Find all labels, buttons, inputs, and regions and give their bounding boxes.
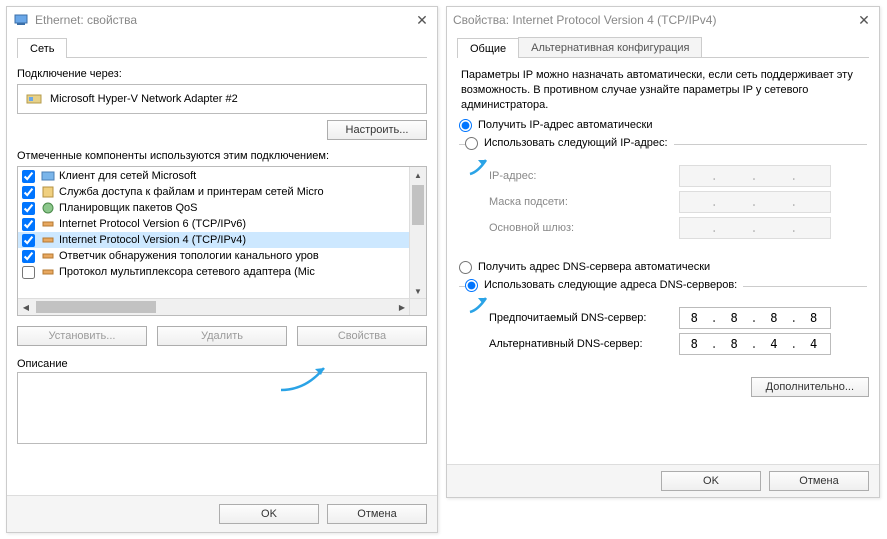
component-checkbox[interactable] [22,202,35,215]
advanced-button[interactable]: Дополнительно... [751,377,869,397]
scroll-right-icon[interactable]: ▶ [394,299,410,315]
properties-button[interactable]: Свойства [297,326,427,346]
component-label: Служба доступа к файлам и принтерам сете… [59,186,324,198]
component-label: Планировщик пакетов QoS [59,202,198,214]
scrollbar-horizontal[interactable]: ◀ ▶ [18,298,410,315]
component-item[interactable]: Internet Protocol Version 4 (TCP/IPv4) [18,232,426,248]
dns-manual-group: Использовать следующие адреса DNS-сервер… [459,286,867,363]
tab-alt-config[interactable]: Альтернативная конфигурация [518,37,702,57]
radio-dns-manual-input[interactable] [465,279,478,292]
dns-preferred-label: Предпочитаемый DNS-сервер: [489,312,679,324]
cancel-button[interactable]: Отмена [327,504,427,524]
scroll-down-icon[interactable]: ▼ [410,283,426,299]
components-label: Отмеченные компоненты используются этим … [17,150,427,162]
components-listbox[interactable]: Клиент для сетей Microsoft Служба доступа… [17,166,427,316]
adapter-name: Microsoft Hyper-V Network Adapter #2 [50,93,238,105]
scroll-corner [409,298,426,315]
adapter-icon [26,91,42,107]
titlebar: Ethernet: свойства ✕ [7,7,437,33]
radio-dns-auto[interactable]: Получить адрес DNS-сервера автоматически [459,261,867,274]
component-label: Ответчик обнаружения топологии канальног… [59,250,319,262]
component-label: Протокол мультиплексора сетевого адаптер… [59,266,315,278]
tabstrip: Сеть [17,37,427,58]
radio-dns-auto-input[interactable] [459,261,472,274]
ethernet-icon [13,12,29,28]
radio-dns-manual-label: Использовать следующие адреса DNS-сервер… [484,279,737,291]
ethernet-properties-dialog: Ethernet: свойства ✕ Сеть Подключение че… [6,6,438,533]
close-button[interactable]: ✕ [855,12,873,29]
close-button[interactable]: ✕ [413,12,431,29]
component-item[interactable]: Internet Protocol Version 6 (TCP/IPv6) [18,216,426,232]
radio-ip-manual-label: Использовать следующий IP-адрес: [484,137,668,149]
uninstall-button[interactable]: Удалить [157,326,287,346]
component-item[interactable]: Ответчик обнаружения топологии канальног… [18,248,426,264]
radio-ip-manual-input[interactable] [465,137,478,150]
configure-button[interactable]: Настроить... [327,120,427,140]
radio-dns-auto-label: Получить адрес DNS-сервера автоматически [478,261,710,273]
component-label: Internet Protocol Version 4 (TCP/IPv4) [59,234,246,246]
scrollbar-thumb[interactable] [412,185,424,225]
component-item[interactable]: Служба доступа к файлам и принтерам сете… [18,184,426,200]
tabstrip: Общие Альтернативная конфигурация [457,37,869,58]
install-button[interactable]: Установить... [17,326,147,346]
component-checkbox[interactable] [22,186,35,199]
component-checkbox[interactable] [22,218,35,231]
component-label: Internet Protocol Version 6 (TCP/IPv6) [59,218,246,230]
component-item[interactable]: Планировщик пакетов QoS [18,200,426,216]
ip-address-label: IP-адрес: [489,170,679,182]
description-label: Описание [17,358,427,370]
radio-dns-manual[interactable]: Использовать следующие адреса DNS-сервер… [465,279,743,292]
dns-alternate-input[interactable]: 8.8.4.4 [679,333,831,355]
component-item[interactable]: Протокол мультиплексора сетевого адаптер… [18,264,426,280]
subnet-mask-input: ... [679,191,831,213]
description-box [17,372,427,444]
dns-preferred-input[interactable]: 8.8.8.8 [679,307,831,329]
scrollbar-thumb-h[interactable] [36,301,156,313]
component-label: Клиент для сетей Microsoft [59,170,196,182]
radio-ip-auto-label: Получить IP-адрес автоматически [478,119,652,131]
subnet-mask-label: Маска подсети: [489,196,679,208]
gateway-label: Основной шлюз: [489,222,679,234]
radio-ip-auto-input[interactable] [459,119,472,132]
ip-address-input: ... [679,165,831,187]
dialog-title: Ethernet: свойства [35,13,407,27]
scroll-up-icon[interactable]: ▲ [410,167,426,183]
cancel-button[interactable]: Отмена [769,471,869,491]
ipv4-properties-dialog: Свойства: Internet Protocol Version 4 (T… [446,6,880,498]
radio-ip-auto[interactable]: Получить IP-адрес автоматически [459,119,867,132]
ip-manual-group: Использовать следующий IP-адрес: IP-адре… [459,144,867,247]
scrollbar-vertical[interactable]: ▲ ▼ [409,167,426,299]
dialog-title: Свойства: Internet Protocol Version 4 (T… [453,13,849,27]
component-checkbox[interactable] [22,266,35,279]
component-checkbox[interactable] [22,170,35,183]
help-text: Параметры IP можно назначать автоматичес… [461,68,865,113]
dns-alternate-label: Альтернативный DNS-сервер: [489,338,679,350]
component-checkbox[interactable] [22,250,35,263]
component-item[interactable]: Клиент для сетей Microsoft [18,168,426,184]
tab-general[interactable]: Общие [457,38,519,58]
tab-network[interactable]: Сеть [17,38,67,58]
titlebar: Свойства: Internet Protocol Version 4 (T… [447,7,879,33]
adapter-field[interactable]: Microsoft Hyper-V Network Adapter #2 [17,84,427,114]
ok-button[interactable]: OK [219,504,319,524]
ok-button[interactable]: OK [661,471,761,491]
component-checkbox[interactable] [22,234,35,247]
connection-via-label: Подключение через: [17,68,427,80]
scroll-left-icon[interactable]: ◀ [18,299,34,315]
gateway-input: ... [679,217,831,239]
radio-ip-manual[interactable]: Использовать следующий IP-адрес: [465,137,674,150]
